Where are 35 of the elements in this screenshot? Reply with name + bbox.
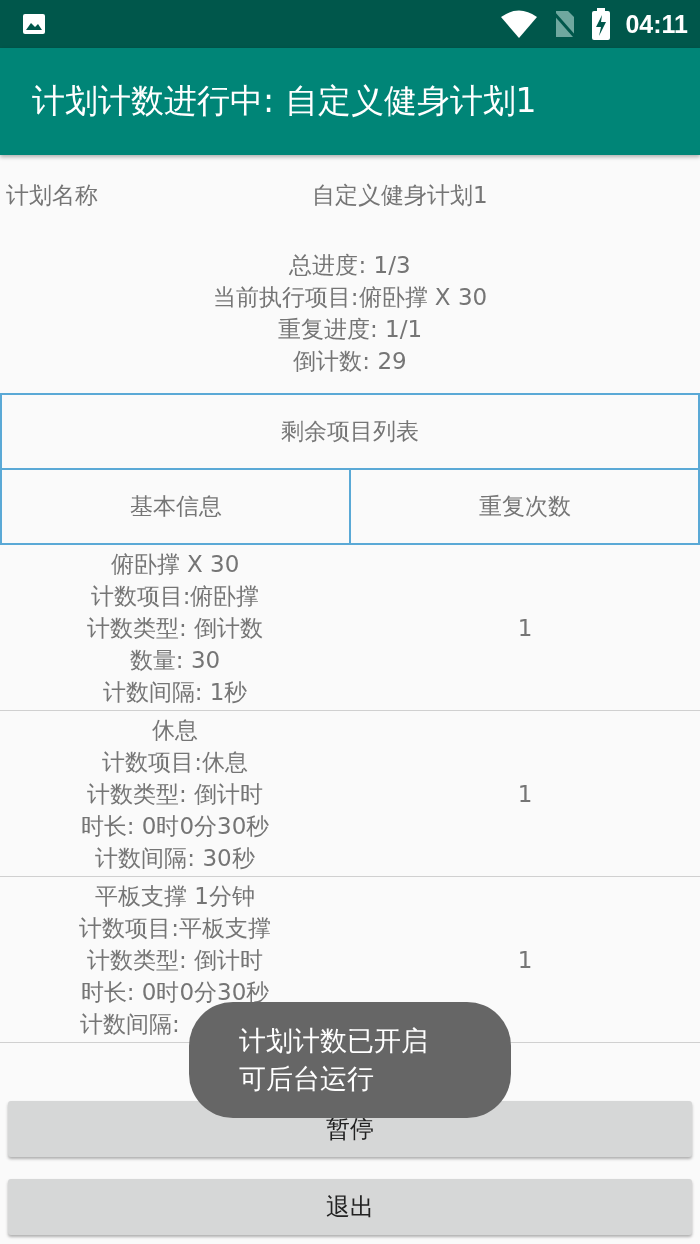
column-header: 重复次数 — [351, 470, 700, 545]
toast-text: 计划计数已开启 — [239, 1024, 429, 1058]
item-info-text: 休息 — [152, 715, 198, 745]
item-info-text: 计数类型: 倒计时 — [86, 945, 264, 975]
toast-text: 可后台运行 — [239, 1062, 375, 1096]
item-info-text: 时长: 0时0分30秒 — [80, 811, 270, 841]
item-info-text: 计数项目:平板支撑 — [79, 913, 271, 943]
item-info-text: 计数类型: 倒计数 — [86, 613, 264, 643]
wifi-icon — [501, 10, 538, 38]
plan-name-label: 计划名称 — [5, 180, 99, 210]
item-info-text: 计数项目:俯卧撑 — [90, 581, 260, 611]
progress-text: 总进度: 1/3 — [289, 251, 411, 280]
status-time: 04:11 — [625, 9, 688, 39]
progress-text: 重复进度: 1/1 — [277, 315, 423, 344]
item-info-text: 时长: 0时0分30秒 — [80, 977, 270, 1007]
image-icon — [22, 13, 46, 35]
repeat-count: 1 — [517, 946, 533, 973]
item-info-text: 计数项目:休息 — [102, 747, 248, 777]
app-title: 计划计数进行中: 自定义健身计划1 — [32, 80, 537, 122]
item-info-text: 数量: 30 — [129, 645, 221, 675]
item-info-text: 俯卧撑 X 30 — [110, 549, 240, 579]
progress-text: 当前执行项目:俯卧撑 X 30 — [212, 283, 488, 312]
plan-name-value: 自定义健身计划1 — [312, 180, 488, 210]
battery-charging-icon — [591, 8, 612, 40]
repeat-count: 1 — [517, 614, 533, 641]
item-info-text: 平板支撑 1分钟 — [95, 881, 255, 911]
item-info-text: 计数类型: 倒计时 — [86, 779, 264, 809]
progress-text: 倒计数: 29 — [293, 347, 407, 376]
item-info-text: 计数间隔: 1秒 — [102, 677, 248, 707]
list-title-cell: 剩余项目列表 — [0, 393, 700, 470]
column-header: 基本信息 — [0, 470, 351, 545]
item-info-text: 计数间隔: — [80, 1009, 180, 1039]
action-button[interactable]: 退出 — [8, 1179, 692, 1235]
item-info-text: 计数间隔: 30秒 — [95, 843, 255, 873]
repeat-count: 1 — [517, 780, 533, 807]
